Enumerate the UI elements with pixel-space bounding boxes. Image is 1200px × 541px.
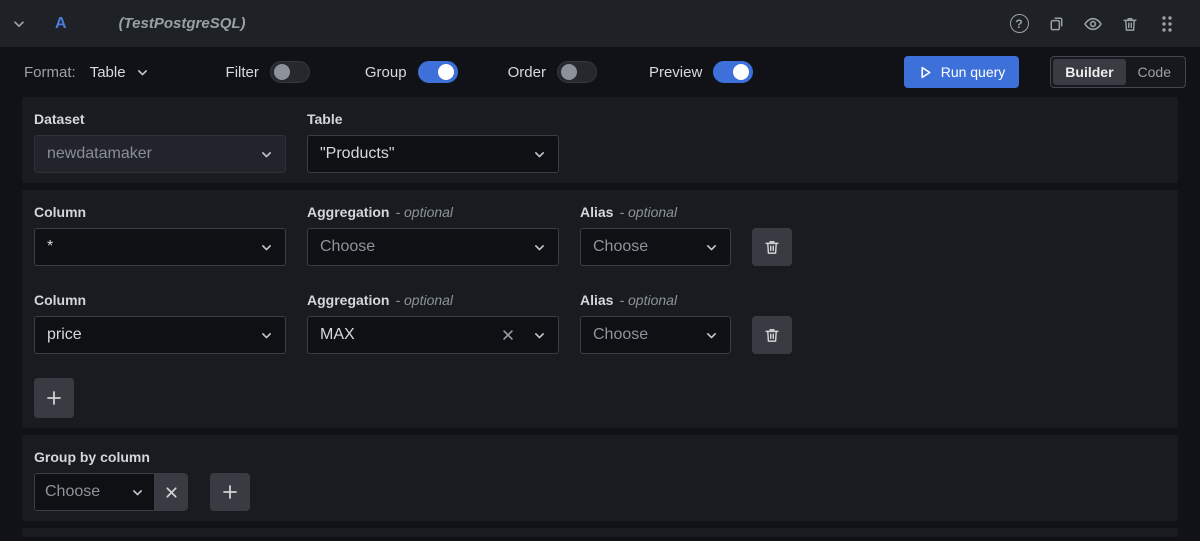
remove-group-by-button[interactable] [155, 473, 188, 511]
table-label: Table [307, 111, 559, 127]
select-chevron-icon [533, 241, 546, 254]
help-icon: ? [1010, 14, 1029, 33]
run-query-label: Run query [941, 64, 1006, 80]
clear-x-icon[interactable] [501, 328, 515, 342]
add-column-button[interactable] [34, 378, 74, 418]
optional-suffix: - optional [619, 204, 677, 220]
filter-toggle-group: Filter [226, 61, 310, 83]
query-header: A (TestPostgreSQL) ? [0, 0, 1200, 47]
alias-label: Alias - optional [580, 204, 731, 220]
toggle-knob [438, 64, 454, 80]
select-chevron-icon [260, 241, 273, 254]
preview-toggle-label: Preview [649, 64, 702, 81]
query-header-actions: ? [1008, 13, 1178, 35]
drag-query-button[interactable] [1156, 13, 1178, 35]
run-query-button[interactable]: Run query [904, 56, 1020, 88]
select-chevron-icon [705, 241, 718, 254]
optional-suffix: - optional [395, 292, 453, 308]
aggregation-select[interactable]: MAX [307, 316, 559, 354]
select-chevron-icon [705, 329, 718, 342]
column-row: Column price Aggregation - optional MAX [34, 292, 1166, 354]
trash-icon [1121, 15, 1139, 33]
filter-toggle[interactable] [270, 61, 310, 83]
toggle-knob [733, 64, 749, 80]
remove-column-button[interactable] [752, 228, 792, 266]
select-chevron-icon [533, 329, 546, 342]
optional-suffix: - optional [619, 292, 677, 308]
alias-select[interactable]: Choose [580, 316, 731, 354]
remove-column-button[interactable] [752, 316, 792, 354]
group-by-select[interactable]: Choose [34, 473, 155, 511]
group-by-panel: Group by column Choose [22, 435, 1178, 521]
preview-toggle-group: Preview [649, 61, 753, 83]
datasource-name: (TestPostgreSQL) [119, 15, 246, 32]
editor-mode-switch: Builder Code [1050, 56, 1186, 88]
dataset-table-panel: Dataset newdatamaker Table "Products" [22, 97, 1178, 183]
next-section-panel [22, 528, 1178, 537]
aggregation-label: Aggregation - optional [307, 292, 559, 308]
add-group-by-button[interactable] [210, 473, 250, 511]
query-toolbar: Format: Table Filter Group Order Preview… [0, 47, 1200, 97]
clear-x-icon [164, 485, 179, 500]
dataset-select[interactable]: newdatamaker [34, 135, 286, 173]
table-select[interactable]: "Products" [307, 135, 559, 173]
format-value: Table [90, 64, 126, 81]
group-toggle-group: Group [365, 61, 458, 83]
columns-panel: Column * Aggregation - optional Choose [22, 190, 1178, 428]
group-toggle[interactable] [418, 61, 458, 83]
alias-label: Alias - optional [580, 292, 731, 308]
alias-select[interactable]: Choose [580, 228, 731, 266]
column-select[interactable]: price [34, 316, 286, 354]
format-label: Format: [24, 64, 76, 81]
filter-toggle-label: Filter [226, 64, 259, 81]
collapse-query-button[interactable] [8, 13, 30, 35]
column-row: Column * Aggregation - optional Choose [34, 204, 1166, 266]
trash-icon [763, 326, 781, 344]
aggregation-select[interactable]: Choose [307, 228, 559, 266]
trash-icon [763, 238, 781, 256]
plus-icon [46, 390, 62, 406]
chevron-down-icon [136, 66, 149, 79]
format-dropdown[interactable]: Format: Table [24, 64, 149, 81]
aggregation-label: Aggregation - optional [307, 204, 559, 220]
toggle-knob [274, 64, 290, 80]
preview-toggle[interactable] [713, 61, 753, 83]
select-chevron-icon [131, 486, 144, 499]
grip-icon [1159, 15, 1175, 33]
column-label: Column [34, 204, 286, 220]
optional-suffix: - optional [395, 204, 453, 220]
select-chevron-icon [260, 148, 273, 161]
order-toggle[interactable] [557, 61, 597, 83]
delete-query-button[interactable] [1119, 13, 1141, 35]
plus-icon [222, 484, 238, 500]
column-label: Column [34, 292, 286, 308]
toggle-knob [561, 64, 577, 80]
duplicate-query-button[interactable] [1045, 13, 1067, 35]
order-toggle-group: Order [508, 61, 597, 83]
copy-icon [1047, 14, 1066, 33]
dataset-label: Dataset [34, 111, 286, 127]
select-chevron-icon [260, 329, 273, 342]
hide-query-button[interactable] [1082, 13, 1104, 35]
chevron-down-icon [12, 17, 26, 31]
order-toggle-label: Order [508, 64, 546, 81]
group-by-label: Group by column [34, 449, 1166, 465]
eye-icon [1083, 14, 1103, 34]
column-select[interactable]: * [34, 228, 286, 266]
query-ref-id: A [55, 15, 67, 33]
code-mode-option[interactable]: Code [1126, 59, 1183, 85]
builder-mode-option[interactable]: Builder [1053, 59, 1125, 85]
help-button[interactable]: ? [1008, 13, 1030, 35]
select-chevron-icon [533, 148, 546, 161]
group-toggle-label: Group [365, 64, 407, 81]
play-icon [918, 65, 933, 80]
